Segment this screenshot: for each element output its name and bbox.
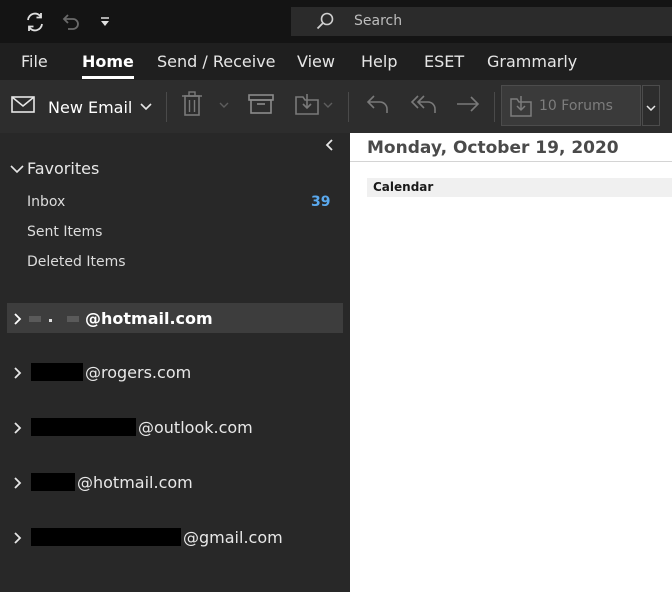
forward-icon (455, 93, 481, 119)
redaction (31, 363, 83, 381)
ribbon-divider (166, 92, 167, 122)
account-gmail[interactable]: @gmail.com (7, 522, 343, 552)
favorites-header[interactable]: Favorites (10, 159, 99, 178)
calendar-pane: Monday, October 19, 2020 Calendar (350, 133, 672, 592)
folder-sent-items[interactable]: Sent Items (27, 224, 102, 240)
search-placeholder: Search (354, 13, 403, 29)
account-address: @rogers.com (85, 362, 192, 382)
customize-toolbar-icon[interactable] (93, 10, 117, 34)
account-outlook[interactable]: @outlook.com (7, 412, 343, 442)
delete-button[interactable] (178, 91, 206, 121)
delete-dropdown[interactable] (218, 100, 230, 110)
tab-home[interactable]: Home (82, 52, 134, 79)
chevron-down-icon (10, 159, 24, 178)
account-address: @outlook.com (138, 417, 253, 437)
move-button[interactable] (293, 93, 321, 119)
account-address: @hotmail.com (77, 472, 193, 492)
ribbon-divider (494, 92, 495, 122)
quick-steps-more-button[interactable] (642, 85, 660, 126)
folder-deleted-items[interactable]: Deleted Items (27, 254, 126, 270)
folder-pane: Favorites Inbox 39 Sent Items Deleted It… (0, 133, 350, 592)
inbox-unread-count: 39 (311, 194, 331, 210)
chevron-down-icon (140, 96, 152, 115)
reply-all-icon (409, 93, 439, 119)
quick-steps-gallery[interactable]: 10 Forums (501, 85, 641, 126)
search-box[interactable]: Search (291, 7, 672, 36)
chevron-right-icon (13, 311, 27, 325)
reply-icon (365, 93, 391, 119)
archive-icon (248, 93, 274, 119)
move-icon (509, 94, 533, 118)
reply-button[interactable] (364, 93, 392, 119)
mail-icon (10, 94, 38, 120)
undo-icon[interactable] (58, 10, 82, 34)
trash-icon (181, 91, 203, 121)
move-icon (294, 92, 320, 120)
tab-view[interactable]: View (297, 52, 335, 71)
chevron-left-icon (325, 137, 335, 156)
forward-button[interactable] (454, 93, 482, 119)
chevron-right-icon (13, 420, 27, 434)
chevron-down-icon (646, 96, 656, 115)
new-email-label: New Email (48, 97, 133, 117)
ribbon: New Email 10 Forums (0, 80, 672, 133)
account-rogers[interactable]: @rogers.com (7, 357, 343, 387)
archive-button[interactable] (247, 94, 275, 118)
reply-all-button[interactable] (408, 93, 440, 119)
menu-bar: File Home Send / Receive View Help ESET … (0, 43, 672, 80)
chevron-right-icon (13, 365, 27, 379)
title-bar: Search (0, 0, 672, 43)
new-email-button[interactable]: New Email (10, 94, 132, 120)
move-dropdown[interactable] (322, 100, 334, 110)
divider (350, 161, 672, 162)
new-email-dropdown[interactable] (139, 98, 153, 112)
redaction (31, 473, 75, 491)
account-address: @gmail.com (183, 527, 283, 547)
ribbon-divider (348, 92, 349, 122)
tab-grammarly[interactable]: Grammarly (487, 52, 577, 71)
account-hotmail-1[interactable]: @hotmail.com (7, 303, 343, 333)
tab-file[interactable]: File (21, 52, 48, 71)
refresh-icon[interactable] (23, 10, 47, 34)
search-icon (315, 11, 335, 31)
redaction (31, 418, 136, 436)
chevron-right-icon (13, 475, 27, 489)
folder-inbox[interactable]: Inbox (27, 194, 65, 210)
favorites-label: Favorites (27, 159, 100, 178)
account-hotmail-2[interactable]: @hotmail.com (7, 467, 343, 497)
calendar-date-heading: Monday, October 19, 2020 (367, 138, 619, 158)
tab-help[interactable]: Help (361, 52, 397, 71)
calendar-section-header: Calendar (367, 178, 672, 197)
redaction (27, 309, 85, 327)
redaction (31, 528, 181, 546)
quick-step-label: 10 Forums (539, 97, 613, 114)
tab-send-receive[interactable]: Send / Receive (157, 52, 276, 71)
collapse-pane-button[interactable] (325, 137, 339, 153)
tab-eset[interactable]: ESET (424, 52, 464, 71)
account-address: @hotmail.com (85, 308, 213, 328)
chevron-right-icon (13, 530, 27, 544)
